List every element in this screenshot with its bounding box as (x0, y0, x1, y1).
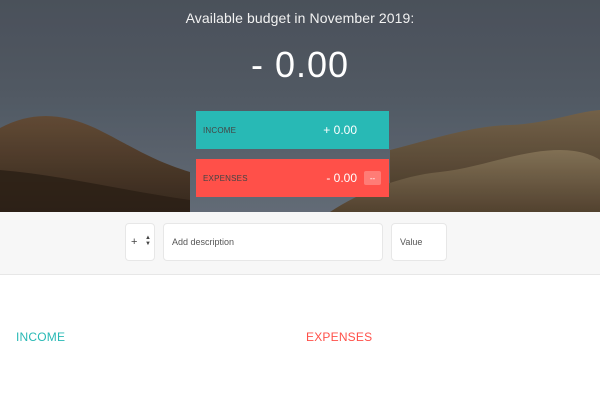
expenses-summary: EXPENSES - 0.00 -- (196, 159, 389, 197)
income-list-title: INCOME (16, 330, 66, 344)
expenses-summary-label: EXPENSES (203, 173, 248, 183)
add-item-bar: + ▲ ▼ (0, 212, 600, 275)
expenses-percentage-badge: -- (364, 171, 381, 185)
value-input[interactable] (391, 223, 447, 261)
income-summary-label: INCOME (203, 125, 237, 135)
budget-value: - 0.00 (250, 44, 350, 85)
income-summary-value: + 0.00 (323, 123, 357, 137)
type-select[interactable]: + ▲ ▼ (125, 223, 155, 261)
budget-title: Available budget in November 2019: (185, 10, 415, 26)
description-input[interactable] (163, 223, 383, 261)
up-down-arrows-icon: ▲ ▼ (145, 235, 151, 247)
income-summary: INCOME + 0.00 (196, 111, 389, 149)
type-select-value: + (131, 236, 138, 248)
expenses-summary-value: - 0.00 (326, 171, 357, 185)
expenses-list-title: EXPENSES (306, 330, 373, 344)
budget-header: Available budget in November 2019: - 0.0… (0, 0, 600, 212)
